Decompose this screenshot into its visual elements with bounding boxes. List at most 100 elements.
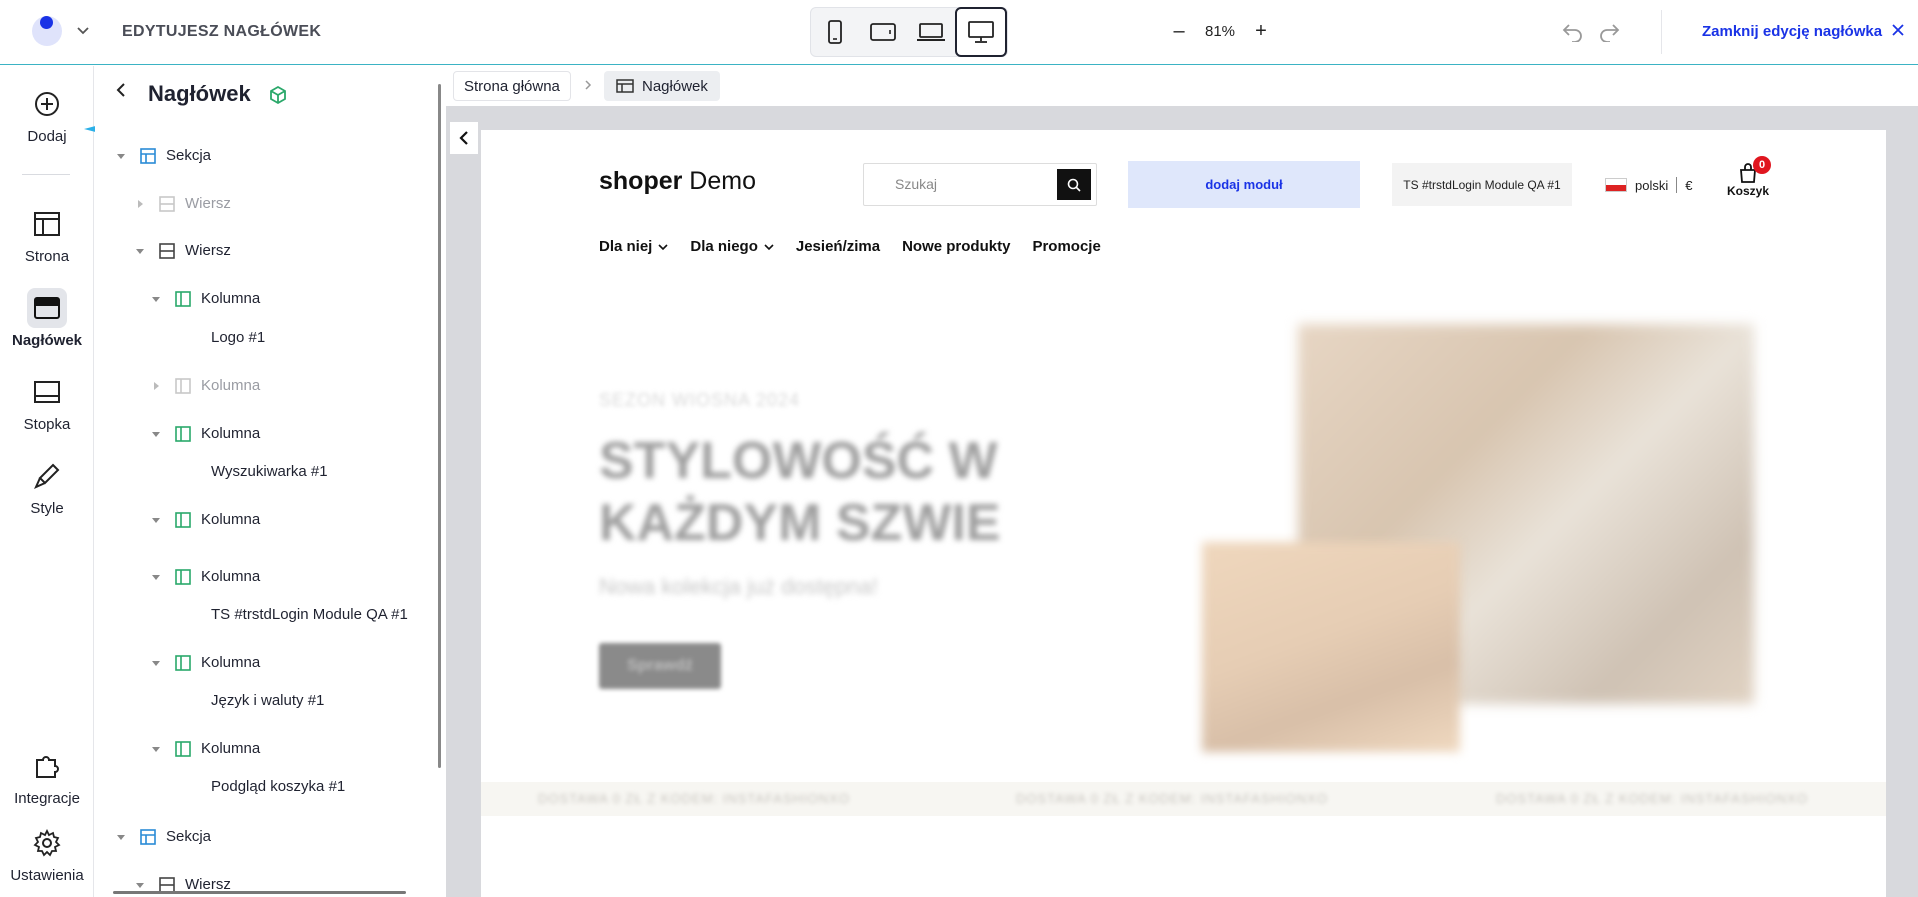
- header-icon: [27, 288, 67, 328]
- zoom-control: – 81% +: [1168, 20, 1272, 42]
- column-icon: [175, 654, 191, 671]
- rail-label: Stopka: [23, 416, 71, 433]
- rail-item-style[interactable]: Style: [0, 456, 94, 517]
- header-icon: [616, 79, 634, 93]
- tree-node-section[interactable]: Sekcja: [116, 828, 211, 845]
- tree-node-column[interactable]: Kolumna: [151, 654, 260, 671]
- tree-node-column[interactable]: Kolumna: [151, 290, 260, 307]
- caret-right-icon[interactable]: [135, 199, 145, 209]
- breadcrumb-current[interactable]: Nagłówek: [604, 71, 720, 101]
- login-module[interactable]: TS #trstdLogin Module QA #1: [1392, 163, 1572, 206]
- promo-text: DOSTAWA 0 ZŁ Z KODEM: INSTAFASHIONXO: [1496, 791, 1808, 806]
- column-icon: [175, 568, 191, 585]
- phone-icon: [828, 20, 842, 44]
- tree-node-column[interactable]: Kolumna: [151, 568, 260, 585]
- back-icon[interactable]: [114, 82, 128, 98]
- device-tablet-button[interactable]: [859, 8, 907, 56]
- tree-node-label: Kolumna: [201, 425, 261, 442]
- caret-down-icon[interactable]: [151, 658, 161, 668]
- gear-icon: [27, 823, 67, 863]
- section-icon: [140, 828, 156, 845]
- tree-node-label: Sekcja: [166, 147, 212, 164]
- tablet-icon: [870, 23, 896, 41]
- hero-subtitle: Nowa kolekcja już dostępna!: [599, 574, 878, 599]
- column-icon: [175, 511, 191, 528]
- nav-item-dla-niego[interactable]: Dla niego: [690, 238, 774, 255]
- rail-item-footer[interactable]: Stopka: [0, 372, 94, 433]
- search-button[interactable]: [1057, 169, 1091, 200]
- nav-item-promocje[interactable]: Promocje: [1032, 238, 1100, 255]
- rail-item-integrations[interactable]: Integracje: [0, 746, 94, 807]
- store-logo[interactable]: shoper Demo: [599, 167, 756, 196]
- tree-node-section[interactable]: Sekcja: [116, 147, 211, 164]
- zoom-in-button[interactable]: +: [1250, 20, 1272, 42]
- language-label: polski: [1635, 177, 1669, 193]
- rail-item-settings[interactable]: Ustawienia: [0, 823, 94, 884]
- chevron-down-icon[interactable]: [76, 24, 90, 38]
- store-search-input[interactable]: Szukaj: [863, 163, 1097, 206]
- tree-node-column[interactable]: Kolumna: [151, 377, 260, 394]
- zoom-out-button[interactable]: –: [1168, 20, 1190, 42]
- tree-node-module[interactable]: TS #trstdLogin Module QA #1: [211, 606, 408, 623]
- device-desktop-button[interactable]: [955, 7, 1007, 57]
- breadcrumb-home[interactable]: Strona główna: [453, 71, 571, 101]
- nav-item-nowe-produkty[interactable]: Nowe produkty: [902, 238, 1010, 255]
- tree-node-label: Kolumna: [201, 740, 261, 757]
- app-logo[interactable]: [32, 16, 62, 46]
- close-icon[interactable]: [1890, 22, 1906, 38]
- nav-item-jesien-zima[interactable]: Jesień/zima: [796, 238, 880, 255]
- caret-down-icon[interactable]: [151, 744, 161, 754]
- caret-down-icon[interactable]: [135, 246, 145, 256]
- rail-label: Nagłówek: [11, 332, 83, 349]
- tree-node-module[interactable]: Podgląd koszyka #1: [211, 778, 345, 795]
- caret-down-icon[interactable]: [116, 151, 126, 161]
- plus-circle-icon: [27, 84, 67, 124]
- tree-node-module[interactable]: Język i waluty #1: [211, 692, 324, 709]
- collapse-panel-button[interactable]: [450, 122, 478, 154]
- close-header-edit-link[interactable]: Zamknij edycję nagłówka: [1702, 23, 1882, 40]
- chevron-right-icon: [585, 80, 592, 90]
- tree-node-column[interactable]: Kolumna: [151, 425, 260, 442]
- panel-scrollbar[interactable]: [438, 84, 441, 768]
- nav-item-dla-niej[interactable]: Dla niej: [599, 238, 668, 255]
- caret-down-icon[interactable]: [151, 572, 161, 582]
- tree-node-label: Kolumna: [201, 568, 261, 585]
- caret-down-icon[interactable]: [116, 832, 126, 842]
- flag-pl-icon: [1605, 178, 1627, 192]
- desktop-icon: [968, 21, 994, 43]
- panel-title: Nagłówek: [148, 81, 251, 106]
- device-phone-button[interactable]: [811, 8, 859, 56]
- breadcrumb-label: Nagłówek: [642, 77, 708, 95]
- rail-item-add[interactable]: Dodaj: [0, 84, 94, 145]
- tree-node-module[interactable]: Wyszukiwarka #1: [211, 463, 328, 480]
- undo-icon[interactable]: [1562, 22, 1584, 42]
- caret-right-icon[interactable]: [151, 381, 161, 391]
- device-laptop-button[interactable]: [907, 8, 955, 56]
- rail-item-page[interactable]: Strona: [0, 204, 94, 265]
- tree-node-row[interactable]: Wiersz: [135, 195, 231, 212]
- rail-label: Integracje: [14, 790, 80, 807]
- language-currency-switcher[interactable]: polski €: [1605, 177, 1692, 193]
- zoom-level: 81%: [1204, 22, 1236, 40]
- cart-preview[interactable]: 0 Koszyk: [1723, 156, 1773, 210]
- panel-horizontal-scrollbar[interactable]: [113, 891, 406, 894]
- redo-icon[interactable]: [1598, 22, 1620, 42]
- tree-node-column[interactable]: Kolumna: [151, 740, 260, 757]
- hero-button[interactable]: Sprawdź: [599, 643, 721, 689]
- rail-label: Strona: [24, 248, 70, 265]
- device-switcher: [810, 7, 1008, 57]
- caret-down-icon[interactable]: [135, 880, 145, 890]
- caret-down-icon[interactable]: [151, 429, 161, 439]
- rail-item-header[interactable]: Nagłówek: [0, 288, 94, 349]
- tree-node-column[interactable]: Kolumna: [151, 511, 260, 528]
- search-icon: [1067, 178, 1081, 192]
- brush-icon: [27, 456, 67, 496]
- caret-down-icon[interactable]: [151, 294, 161, 304]
- add-module-placeholder[interactable]: dodaj moduł: [1128, 161, 1360, 208]
- store-nav: Dla niej Dla niego Jesień/zima Nowe prod…: [599, 238, 1101, 255]
- tree-node-module[interactable]: Logo #1: [211, 329, 265, 346]
- tree-node-label: Wiersz: [185, 242, 231, 259]
- divider: [1661, 10, 1662, 54]
- tree-node-row[interactable]: Wiersz: [135, 242, 231, 259]
- caret-down-icon[interactable]: [151, 515, 161, 525]
